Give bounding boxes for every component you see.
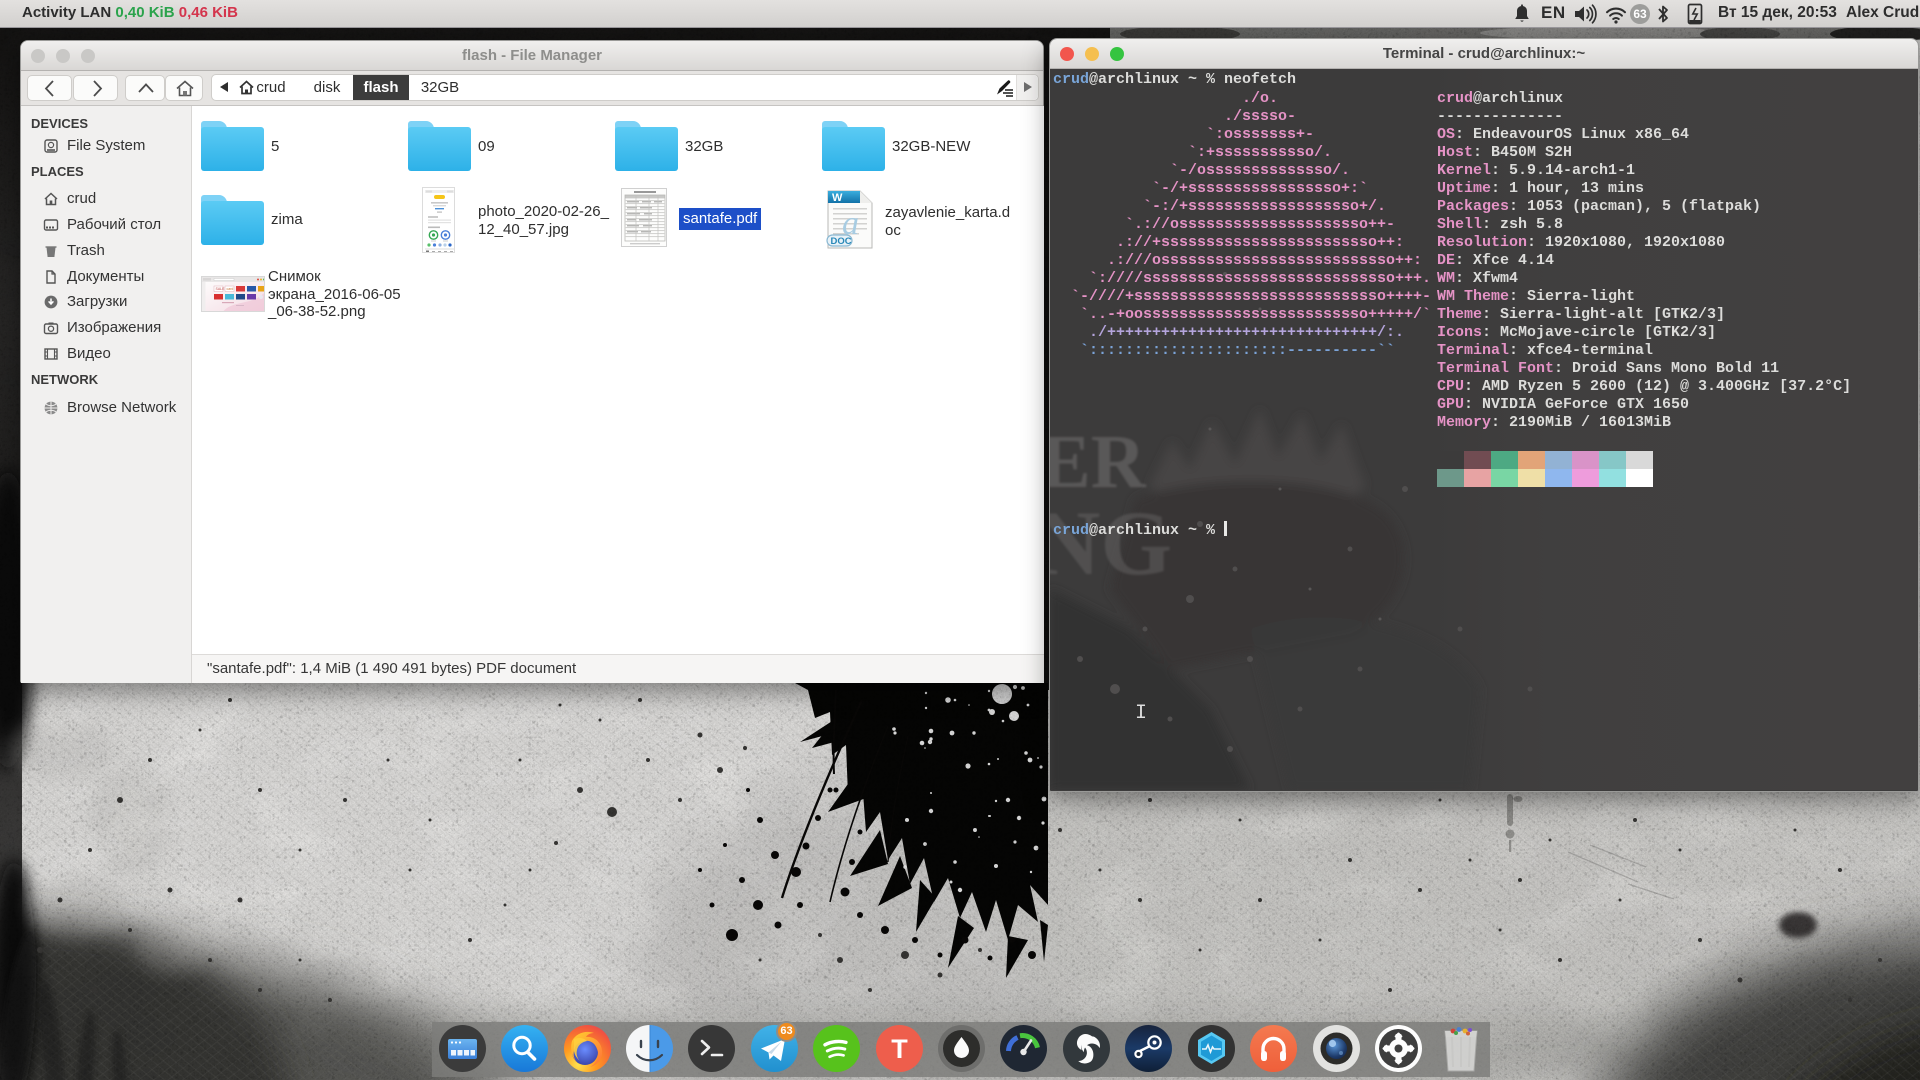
svg-text:NG: NG (1050, 492, 1172, 594)
svg-text:W: W (832, 192, 843, 204)
svg-text:card: card (227, 287, 234, 291)
svg-text:SALE: SALE (216, 287, 226, 291)
svg-text:T: T (891, 1034, 908, 1064)
svg-text:DOC: DOC (831, 236, 852, 247)
